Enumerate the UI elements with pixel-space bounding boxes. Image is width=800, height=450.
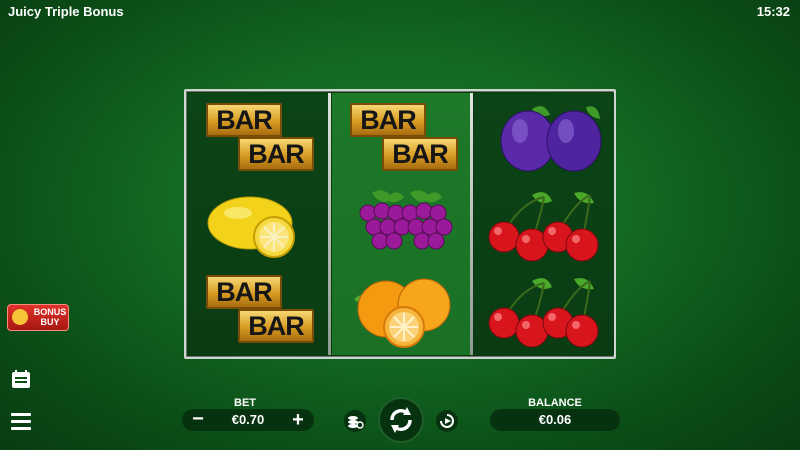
bar-tile: BAR: [206, 275, 282, 309]
bonus-buy-line1: BONUS: [33, 307, 67, 317]
bet-value: €0.70: [231, 412, 265, 427]
top-bar: Juicy Triple Bonus 15:32: [0, 0, 800, 24]
menu-icon[interactable]: [10, 411, 32, 431]
reel-2: BAR BAR: [332, 93, 472, 355]
increase-bet-button[interactable]: +: [288, 409, 308, 431]
spin-icon: [390, 407, 412, 433]
decrease-bet-button[interactable]: −: [188, 409, 208, 431]
symbol-double-bar: BAR BAR: [332, 97, 472, 183]
symbol-orange: [332, 269, 472, 355]
balance-value: €0.06: [490, 409, 620, 431]
symbol-lemon: [188, 183, 328, 269]
symbol-double-bar: BAR BAR: [188, 97, 328, 183]
orange-icon: [354, 278, 451, 348]
autoplay-icon[interactable]: [343, 409, 367, 433]
clock: 15:32: [756, 4, 790, 19]
symbol-double-bar: BAR BAR: [188, 269, 328, 355]
reel-divider: [470, 93, 473, 355]
symbol-cherry: [474, 183, 614, 269]
reels-frame: BAR BAR BAR BAR BAR BAR: [184, 89, 616, 359]
spin-button[interactable]: [378, 397, 424, 443]
plum-icon: [500, 106, 602, 172]
bonus-buy-button[interactable]: BONUS BUY: [7, 304, 69, 331]
bar-tile: BAR: [382, 137, 458, 171]
balance-label: BALANCE: [528, 397, 582, 409]
symbol-cherry: [474, 269, 614, 355]
paytable-icon[interactable]: [10, 370, 32, 390]
turbo-icon[interactable]: [435, 409, 459, 433]
bet-panel: − €0.70 +: [182, 409, 314, 431]
grapes-icon: [359, 190, 453, 250]
reel-divider: [328, 93, 331, 355]
cherry-icon: [488, 278, 599, 348]
cherry-icon: [488, 192, 599, 262]
bonus-buy-label: BONUS BUY: [30, 307, 70, 327]
bar-tile: BAR: [350, 103, 426, 137]
bar-tile: BAR: [206, 103, 282, 137]
bar-tile: BAR: [238, 137, 314, 171]
game-title: Juicy Triple Bonus: [8, 4, 124, 19]
reel-3: [474, 93, 614, 355]
symbol-grapes: [332, 183, 472, 269]
symbol-plum: [474, 97, 614, 183]
lemon-icon: [207, 196, 295, 258]
bet-label: BET: [234, 397, 256, 409]
crown-icon: [12, 309, 28, 325]
reel-1: BAR BAR BAR BAR: [188, 93, 328, 355]
bar-tile: BAR: [238, 309, 314, 343]
bonus-buy-line2: BUY: [40, 317, 60, 327]
